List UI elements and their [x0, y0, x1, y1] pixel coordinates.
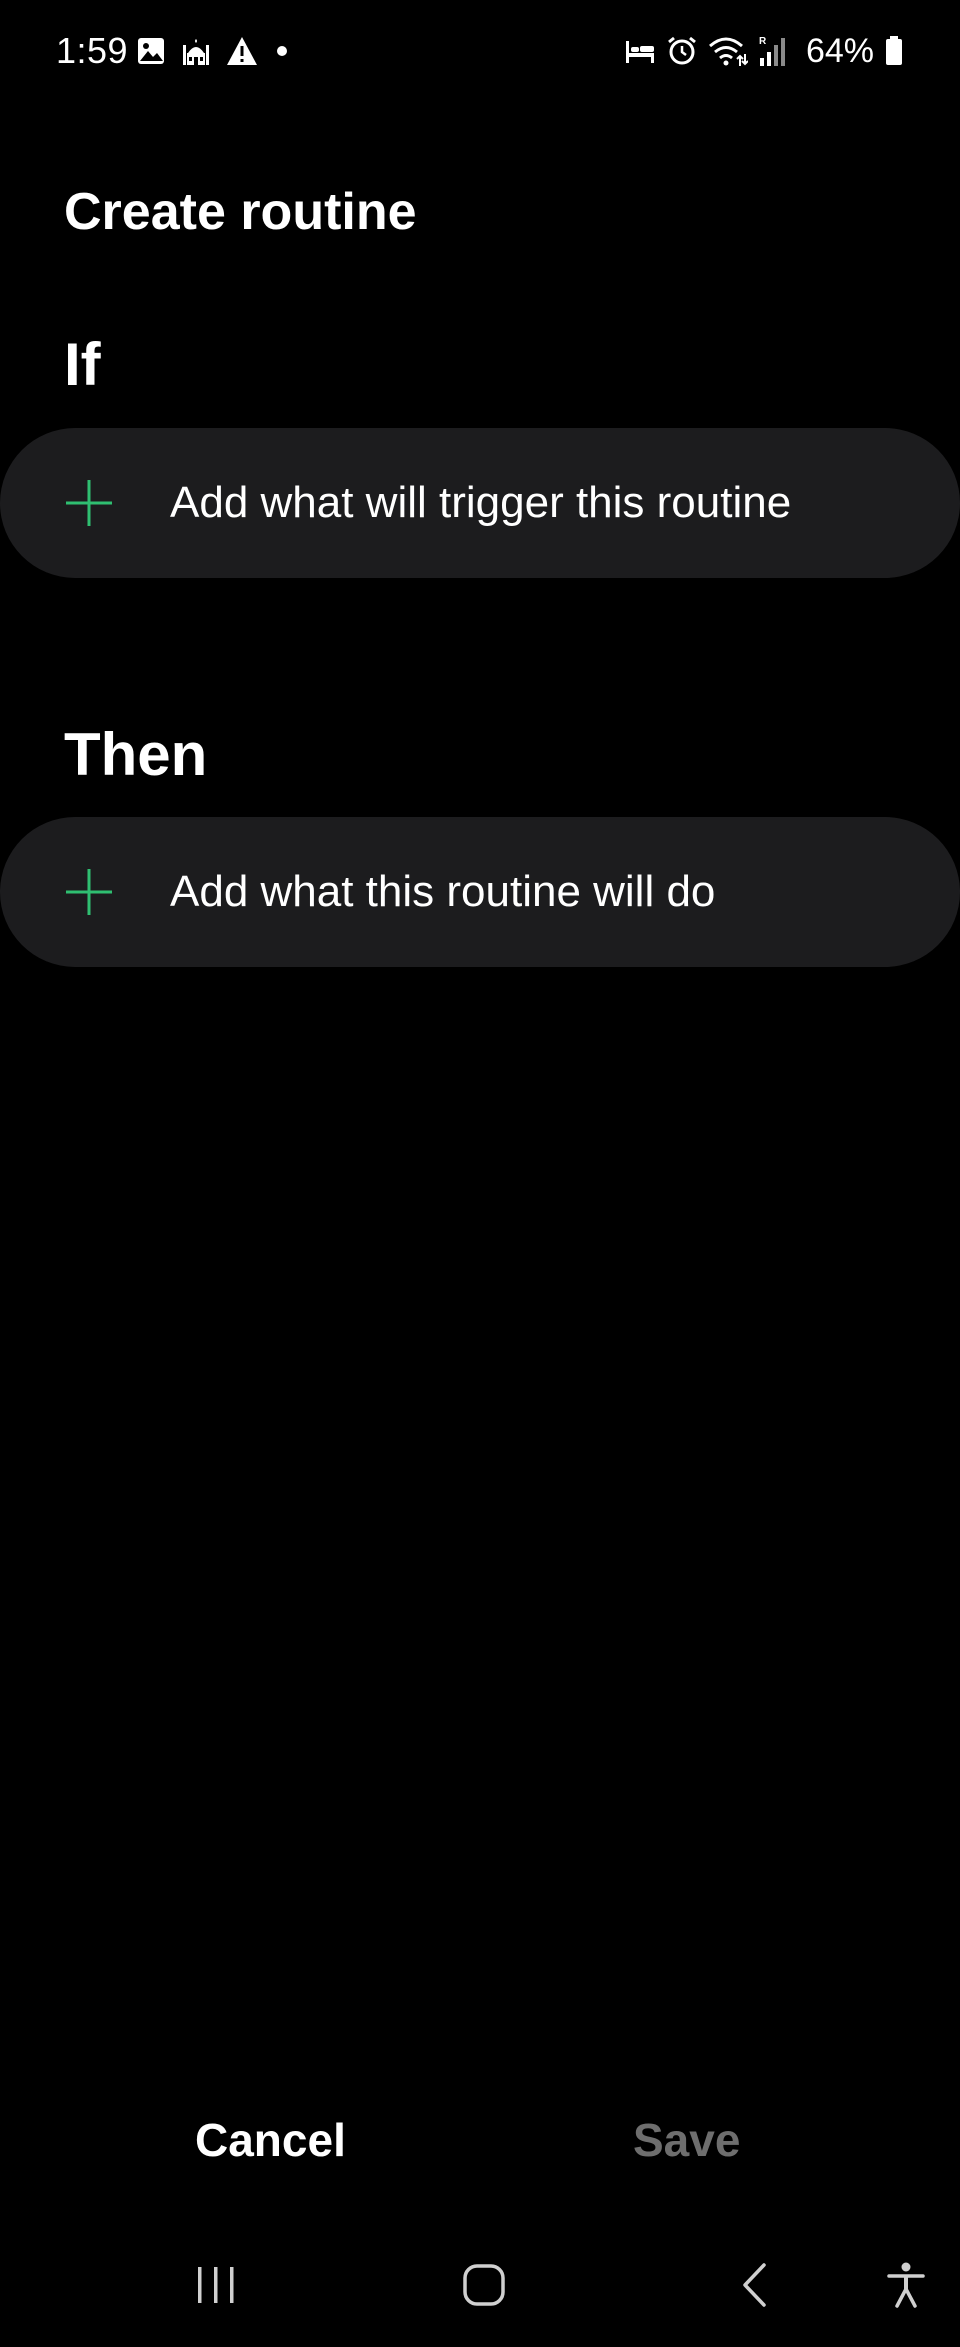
- navigation-bar: [0, 2240, 960, 2330]
- create-routine-screen: 1:59 R 64% Create routine If Add what wi…: [0, 0, 960, 2347]
- battery-icon: [886, 36, 902, 65]
- bed-icon: [625, 41, 654, 63]
- add-trigger-button[interactable]: Add what will trigger this routine: [0, 428, 960, 578]
- accessibility-icon[interactable]: [886, 2261, 926, 2309]
- signal-icon: R: [759, 36, 785, 66]
- status-left-icons: [136, 34, 292, 68]
- cancel-button[interactable]: Cancel: [195, 2100, 346, 2180]
- svg-text:R: R: [759, 36, 767, 47]
- if-heading: If: [64, 331, 101, 398]
- status-right-icons: R 64%: [624, 32, 904, 70]
- save-button[interactable]: Save: [633, 2100, 740, 2180]
- back-icon[interactable]: [739, 2262, 769, 2308]
- status-bar: 1:59 R 64%: [0, 0, 960, 100]
- status-time: 1:59: [56, 30, 129, 71]
- add-action-button[interactable]: Add what this routine will do: [0, 817, 960, 967]
- then-heading: Then: [64, 721, 208, 788]
- home-icon[interactable]: [462, 2263, 506, 2307]
- battery-percentage: 64%: [805, 31, 874, 70]
- add-action-label: Add what this routine will do: [170, 867, 716, 916]
- alarm-icon: [668, 36, 696, 65]
- plus-icon: [66, 480, 112, 526]
- gallery-icon: [138, 38, 164, 64]
- bottom-actions: Cancel Save: [0, 2100, 960, 2180]
- warning-icon: [227, 37, 257, 65]
- add-trigger-label: Add what will trigger this routine: [170, 478, 792, 527]
- page-title: Create routine: [64, 183, 417, 241]
- dot-icon: [277, 46, 287, 56]
- recents-icon[interactable]: [194, 2265, 238, 2305]
- plus-icon: [66, 869, 112, 915]
- mosque-icon: [183, 39, 209, 65]
- wifi-icon: [708, 37, 748, 66]
